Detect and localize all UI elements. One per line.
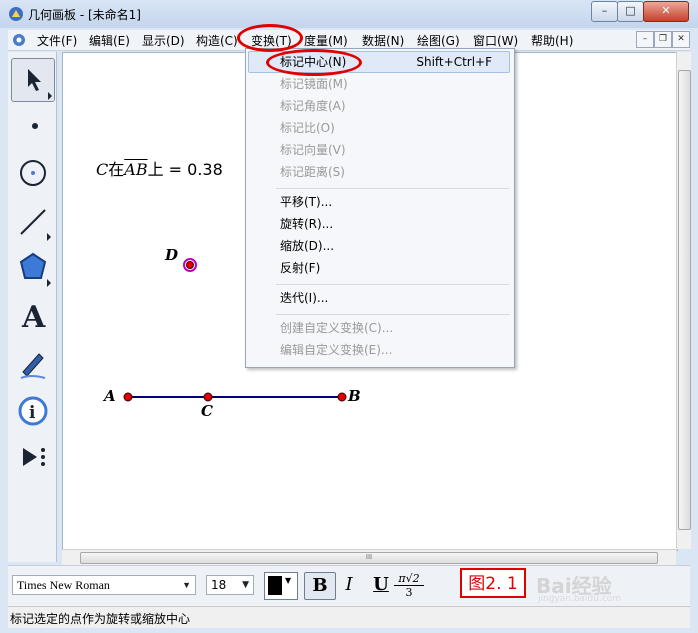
menu-construct[interactable]: 构造(C) bbox=[196, 32, 238, 48]
menu-graph[interactable]: 绘图(G) bbox=[417, 32, 460, 48]
bold-button[interactable]: B bbox=[304, 572, 336, 600]
text-icon[interactable]: A bbox=[11, 294, 53, 336]
underline-button[interactable]: U bbox=[366, 572, 396, 598]
menu-separator bbox=[276, 314, 510, 315]
mdi-restore-button[interactable]: ❐ bbox=[654, 31, 672, 48]
label-a[interactable]: A bbox=[104, 387, 116, 405]
italic-button[interactable]: I bbox=[334, 572, 364, 598]
annotation-ellipse-transform-menu bbox=[237, 24, 303, 52]
label-c[interactable]: C bbox=[201, 402, 213, 420]
font-family-select[interactable]: Times New Roman ▼ bbox=[12, 575, 196, 595]
arrow-select-icon bbox=[28, 69, 52, 100]
menu-help[interactable]: 帮助(H) bbox=[531, 32, 573, 48]
menu-item-iterate[interactable]: 迭代(I)... bbox=[248, 288, 510, 308]
info-icon[interactable]: i bbox=[11, 390, 53, 432]
status-text: 标记选定的点作为旋转或缩放中心 bbox=[10, 612, 191, 626]
menu-item-create-custom-transform: 创建自定义变换(C)... bbox=[280, 321, 394, 335]
text-format-bar: Times New Roman ▼ 18 ▼ ▼ B I U π√2 3 图2.… bbox=[8, 565, 690, 606]
menu-item-mark-ratio: 标记比(O) bbox=[280, 121, 335, 135]
annotation-ellipse-mark-center bbox=[266, 49, 362, 76]
transform-menu-dropdown: 标记中心(N) Shift+Ctrl+F 标记镜面(M) 标记角度(A) 标记比… bbox=[245, 48, 515, 368]
menu-item-edit-custom-transform: 编辑自定义变换(E)... bbox=[280, 343, 393, 357]
compass-icon[interactable] bbox=[11, 152, 53, 194]
point-c[interactable] bbox=[203, 392, 213, 402]
menu-item-mark-distance: 标记距离(S) bbox=[280, 165, 345, 179]
straightedge-icon[interactable] bbox=[11, 200, 53, 242]
toolbox: A i bbox=[8, 52, 57, 562]
menu-item-rotate[interactable]: 旋转(R)... bbox=[248, 214, 510, 234]
menu-display[interactable]: 显示(D) bbox=[142, 32, 185, 48]
text-color-button[interactable]: ▼ bbox=[264, 572, 298, 600]
menu-measure[interactable]: 度量(M) bbox=[304, 32, 348, 48]
math-numerator: π√2 bbox=[394, 572, 424, 586]
menu-edit[interactable]: 编辑(E) bbox=[89, 32, 130, 48]
font-size-value: 18 bbox=[211, 578, 227, 592]
menu-item-mark-vector: 标记向量(V) bbox=[280, 143, 346, 157]
menu-item-shortcut: Shift+Ctrl+F bbox=[416, 55, 492, 69]
svg-text:i: i bbox=[29, 403, 36, 423]
horizontal-scrollbar[interactable]: III bbox=[62, 549, 676, 565]
title-bar: 几何画板 - [未命名1] – □ ✕ bbox=[0, 0, 698, 28]
mdi-close-button[interactable]: ✕ bbox=[672, 31, 690, 48]
menu-item-mark-mirror: 标记镜面(M) bbox=[280, 77, 348, 91]
menu-item-mark-angle: 标记角度(A) bbox=[280, 99, 346, 113]
maximize-button[interactable]: □ bbox=[617, 1, 644, 22]
marker-icon[interactable] bbox=[11, 342, 53, 384]
point-icon[interactable] bbox=[11, 106, 53, 148]
chevron-down-icon: ▼ bbox=[285, 576, 292, 585]
app-icon bbox=[9, 7, 23, 21]
menu-separator bbox=[276, 188, 510, 189]
menu-file[interactable]: 文件(F) bbox=[37, 32, 77, 48]
math-format-button[interactable]: π√2 3 bbox=[394, 572, 424, 599]
close-button[interactable]: ✕ bbox=[643, 1, 689, 22]
math-denominator: 3 bbox=[405, 586, 413, 599]
color-swatch bbox=[268, 576, 282, 595]
custom-tool-icon[interactable] bbox=[11, 436, 53, 478]
chevron-down-icon: ▼ bbox=[182, 580, 191, 590]
mdi-minimize-button[interactable]: – bbox=[636, 31, 654, 48]
font-size-select[interactable]: 18 ▼ bbox=[206, 575, 254, 595]
status-bar: 标记选定的点作为旋转或缩放中心 bbox=[8, 606, 690, 628]
point-a[interactable] bbox=[123, 392, 133, 402]
menu-item-translate[interactable]: 平移(T)... bbox=[248, 192, 510, 212]
arrow-select-tool[interactable] bbox=[11, 58, 55, 102]
chevron-down-icon: ▼ bbox=[242, 580, 249, 590]
figure-label: 图2. 1 bbox=[460, 568, 526, 598]
label-d[interactable]: D bbox=[165, 246, 178, 264]
window-title: 几何画板 - [未命名1] bbox=[28, 8, 141, 22]
point-b[interactable] bbox=[337, 392, 347, 402]
point-d[interactable] bbox=[186, 261, 194, 269]
label-b[interactable]: B bbox=[348, 387, 361, 405]
vertical-scrollbar[interactable] bbox=[676, 52, 691, 549]
polygon-icon[interactable] bbox=[11, 246, 53, 288]
menu-separator bbox=[276, 284, 510, 285]
svg-text:A: A bbox=[21, 300, 46, 335]
menu-item-reflect[interactable]: 反射(F) bbox=[248, 258, 510, 278]
horizontal-scroll-thumb[interactable]: III bbox=[80, 552, 658, 564]
watermark-url: jingyan.baidu.com bbox=[538, 594, 622, 604]
font-family-value: Times New Roman bbox=[17, 578, 110, 592]
menu-data[interactable]: 数据(N) bbox=[362, 32, 404, 48]
document-icon[interactable] bbox=[12, 33, 26, 47]
minimize-button[interactable]: – bbox=[591, 1, 618, 22]
menu-window[interactable]: 窗口(W) bbox=[473, 32, 518, 48]
menu-item-dilate[interactable]: 缩放(D)... bbox=[248, 236, 510, 256]
